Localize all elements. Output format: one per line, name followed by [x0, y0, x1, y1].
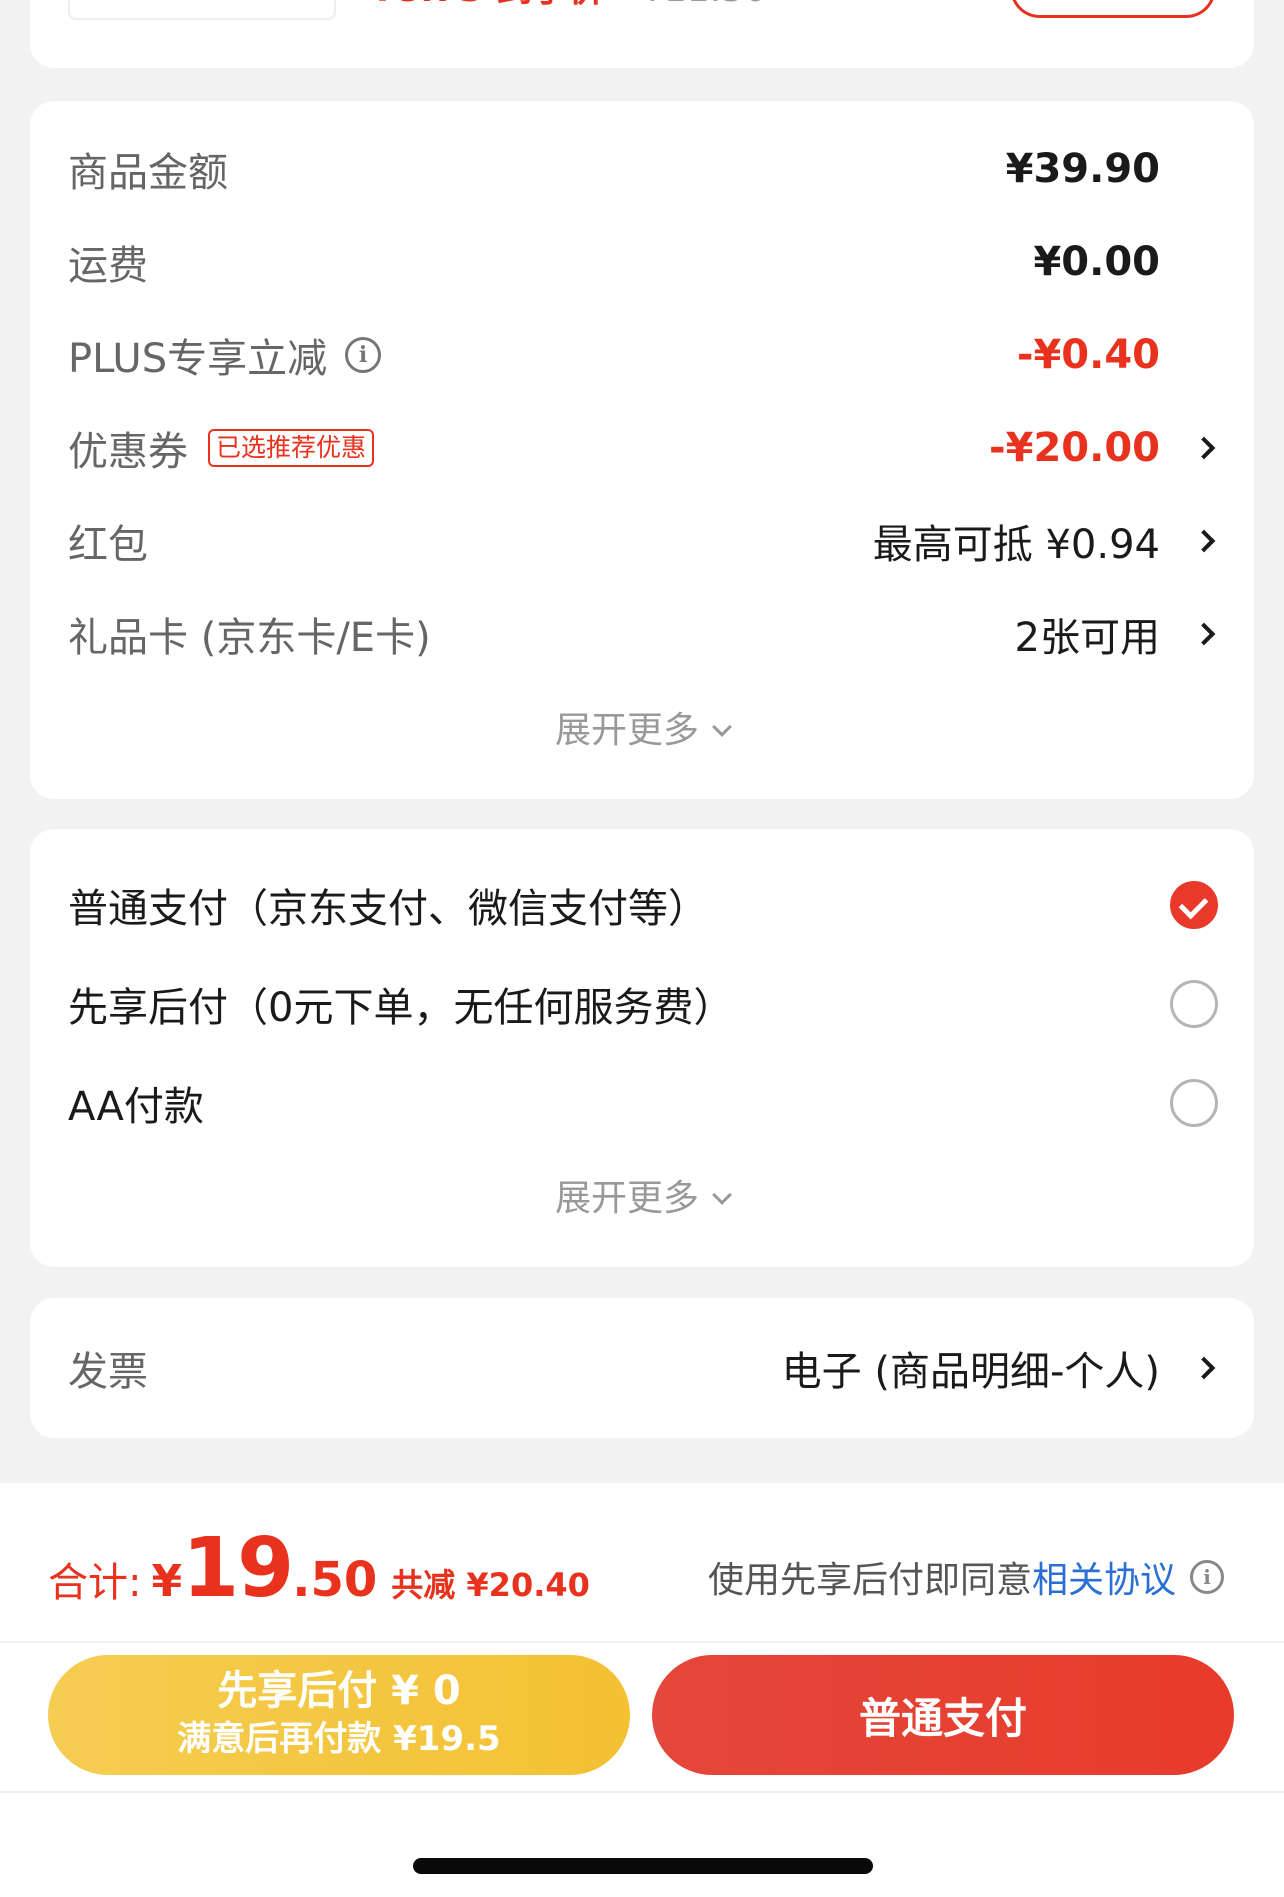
plus-discount-row: PLUS专享立减 i -¥0.40 [68, 325, 1216, 385]
expand-more-label: 展开更多 [554, 1178, 699, 1219]
plus-discount-value: -¥0.40 [1016, 332, 1160, 378]
payment-option-label: 普通支付（京东支付、微信支付等） [68, 886, 708, 932]
home-indicator[interactable] [413, 1858, 873, 1874]
goods-amount-value: ¥39.90 [1005, 146, 1160, 192]
chevron-right-icon [1192, 529, 1216, 553]
expand-more-payment[interactable]: 展开更多 [30, 1169, 1254, 1221]
gift-card-label: 礼品卡 (京东卡/E卡) [68, 615, 431, 661]
coupon-row[interactable]: 优惠券 已选推荐优惠 -¥20.00 [68, 418, 1216, 478]
info-icon[interactable]: i [345, 337, 382, 373]
red-packet-row[interactable]: 红包 最高可抵 ¥0.94 [68, 511, 1216, 571]
order-total: 合计: ¥ 19 .50 共减 ¥20.40 [48, 1521, 590, 1616]
payment-option-pay-later[interactable]: 先享后付（0元下单，无任何服务费） [68, 972, 1218, 1036]
total-decimal: .50 [292, 1552, 378, 1608]
payment-method-card: 普通支付（京东支付、微信支付等） 先享后付（0元下单，无任何服务费） AA付款 … [30, 829, 1254, 1267]
pay-later-button[interactable]: 先享后付 ¥ 0 满意后再付款 ¥19.5 [48, 1655, 630, 1775]
product-card: ¥8.73 到手价 ¥11.30 [30, 0, 1254, 68]
invoice-card[interactable]: 发票 电子 (商品明细-个人) [30, 1298, 1254, 1438]
divider [0, 1791, 1284, 1793]
payment-option-label: 先享后付（0元下单，无任何服务费） [68, 985, 734, 1031]
goods-amount-row: 商品金额 ¥39.90 [68, 139, 1216, 199]
invoice-row[interactable]: 发票 电子 (商品明细-个人) [68, 1338, 1216, 1398]
normal-pay-button[interactable]: 普通支付 [652, 1655, 1234, 1775]
product-action-button[interactable] [1010, 0, 1216, 18]
gift-card-value: 2张可用 [1014, 615, 1160, 661]
shipping-value: ¥0.00 [1033, 239, 1160, 285]
payment-option-normal[interactable]: 普通支付（京东支付、微信支付等） [68, 873, 1218, 937]
radio-unchecked-icon[interactable] [1170, 980, 1218, 1028]
plus-discount-label: PLUS专享立减 [68, 336, 328, 382]
total-currency: ¥ [151, 1556, 183, 1607]
amount-breakdown-card: 商品金额 ¥39.90 运费 ¥0.00 PLUS专享立减 i -¥0.40 优… [30, 101, 1254, 799]
radio-unchecked-icon[interactable] [1170, 1079, 1218, 1127]
red-packet-label: 红包 [68, 522, 148, 568]
agreement-text: 使用先享后付即同意 [707, 1560, 1032, 1601]
red-packet-value: 最高可抵 ¥0.94 [872, 522, 1160, 568]
order-confirm-screen: ¥8.73 到手价 ¥11.30 商品金额 ¥39.90 运费 ¥0.00 PL… [0, 0, 1284, 1897]
gift-card-row[interactable]: 礼品卡 (京东卡/E卡) 2张可用 [68, 604, 1216, 664]
plus-discount-label-wrap: PLUS专享立减 i [68, 326, 382, 384]
chevron-right-icon [1192, 1356, 1216, 1380]
coupon-label-wrap: 优惠券 已选推荐优惠 [68, 419, 375, 477]
info-icon[interactable]: i [1190, 1560, 1224, 1594]
total-integer: 19 [182, 1521, 294, 1616]
payment-option-aa[interactable]: AA付款 [68, 1071, 1218, 1135]
coupon-value: -¥20.00 [989, 425, 1160, 471]
shipping-label: 运费 [68, 243, 148, 289]
chevron-right-icon [1192, 622, 1216, 646]
invoice-value: 电子 (商品明细-个人) [781, 1349, 1160, 1395]
total-label: 合计: [48, 1560, 142, 1606]
expand-more-label: 展开更多 [554, 710, 699, 751]
expand-more-amounts[interactable]: 展开更多 [30, 701, 1254, 753]
product-thumbnail[interactable] [68, 0, 336, 20]
product-price-original: ¥11.30 [641, 0, 767, 10]
chevron-down-icon [712, 717, 732, 737]
chevron-down-icon [712, 1185, 732, 1205]
payment-option-label: AA付款 [68, 1084, 204, 1130]
total-saved: 共减 ¥20.40 [391, 1566, 590, 1604]
product-price-current: ¥8.73 到手价 [370, 0, 604, 10]
checkout-bar: 合计: ¥ 19 .50 共减 ¥20.40 使用先享后付即同意 相关协议 i … [0, 1483, 1284, 1897]
pay-later-title: 先享后付 ¥ 0 [217, 1668, 461, 1714]
agreement-notice: 使用先享后付即同意 相关协议 i [708, 1551, 1224, 1603]
coupon-recommended-tag: 已选推荐优惠 [208, 429, 375, 467]
divider [0, 1641, 1284, 1643]
product-price: ¥8.73 到手价 ¥11.30 [370, 0, 767, 12]
shipping-row: 运费 ¥0.00 [68, 232, 1216, 292]
agreement-link[interactable]: 相关协议 [1032, 1551, 1176, 1603]
pay-later-subtitle: 满意后再付款 ¥19.5 [177, 1719, 501, 1759]
goods-amount-label: 商品金额 [68, 150, 228, 196]
chevron-right-icon [1192, 436, 1216, 460]
radio-checked-icon[interactable] [1170, 881, 1218, 929]
invoice-label: 发票 [68, 1349, 148, 1395]
coupon-label: 优惠券 [68, 429, 188, 475]
